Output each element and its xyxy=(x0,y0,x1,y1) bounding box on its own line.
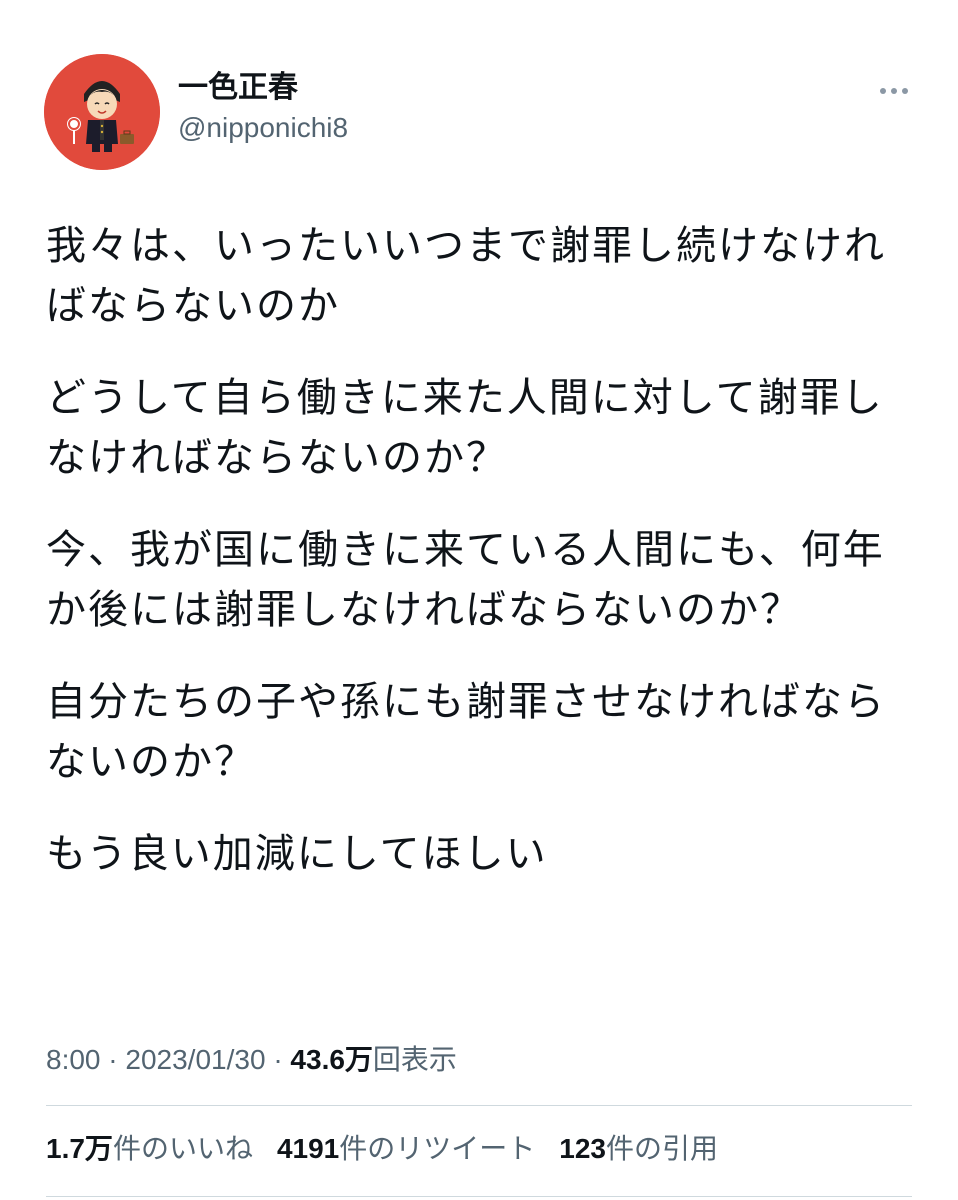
more-horizontal-icon xyxy=(891,88,897,94)
more-horizontal-icon xyxy=(880,88,886,94)
retweets-count: 4191 xyxy=(276,1133,340,1164)
tweet-paragraph: どうして自ら働きに来た人間に対して謝罪しなければならないのか？ xyxy=(46,375,884,481)
meta-separator: · xyxy=(108,1044,118,1075)
avatar-illustration xyxy=(44,54,160,170)
likes-stat[interactable]: 1.7万件のいいね xyxy=(46,1125,253,1173)
more-horizontal-icon xyxy=(902,88,908,94)
tweet-paragraph: もう良い加減にしてほしい xyxy=(46,831,548,877)
divider xyxy=(46,1196,912,1197)
retweets-stat[interactable]: 4191件のリツイート xyxy=(277,1125,535,1173)
author-handle[interactable]: @nipponichi8 xyxy=(178,108,348,148)
tweet-paragraph: 自分たちの子や孫にも謝罪させなければならないのか？ xyxy=(46,679,886,785)
quotes-stat[interactable]: 123件の引用 xyxy=(559,1125,718,1173)
tweet-metadata: 8:00 · 2023/01/30 · 43.6万回表示 xyxy=(46,1036,457,1084)
author-display-name[interactable]: 一色正春 xyxy=(178,68,348,108)
tweet-header: 一色正春 @nipponichi8 xyxy=(44,54,914,170)
tweet-time[interactable]: 8:00 xyxy=(46,1044,101,1075)
more-options-button[interactable] xyxy=(874,76,914,106)
views-label: 回表示 xyxy=(372,1044,457,1075)
likes-label: 件のいいね xyxy=(112,1133,253,1164)
tweet-date[interactable]: 2023/01/30 xyxy=(125,1044,265,1075)
retweets-label: 件のリツイート xyxy=(339,1133,536,1164)
tweet-paragraph: 我々は、いったいいつまで謝罪し続けなければならないのか xyxy=(46,223,886,329)
likes-count: 1.7万 xyxy=(46,1133,113,1164)
author-info: 一色正春 @nipponichi8 xyxy=(178,68,348,148)
views-count: 43.6万 xyxy=(290,1044,373,1075)
engagement-stats: 1.7万件のいいね 4191件のリツイート 123件の引用 xyxy=(46,1125,718,1173)
meta-separator: · xyxy=(273,1044,283,1075)
tweet-paragraph: 今、我が国に働きに来ている人間にも、何年か後には謝罪しなければならないのか？ xyxy=(46,527,885,633)
quotes-label: 件の引用 xyxy=(605,1133,718,1164)
divider xyxy=(46,1105,912,1106)
avatar[interactable] xyxy=(44,54,160,170)
quotes-count: 123 xyxy=(559,1133,606,1164)
tweet-text: 我々は、いったいいつまで謝罪し続けなければならないのか どうして自ら働きに来た人… xyxy=(46,216,886,916)
